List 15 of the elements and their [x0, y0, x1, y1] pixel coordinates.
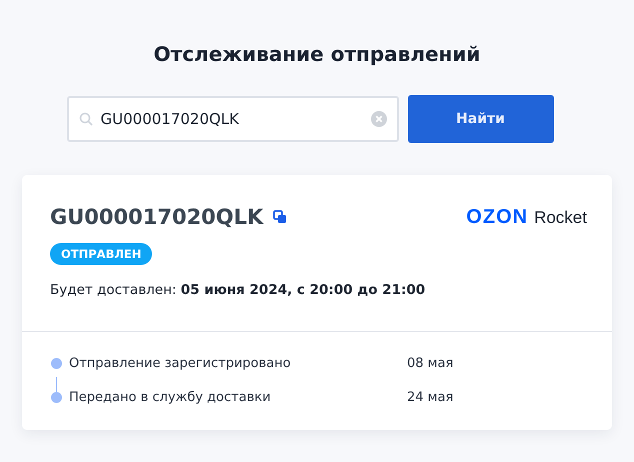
logo-wordmark: OZON — [466, 206, 528, 228]
copy-icon[interactable] — [273, 210, 288, 224]
event-label: Отправление зарегистрировано — [69, 356, 292, 370]
page-title: Отслеживание отправлений — [154, 41, 480, 68]
delivery-text: Будет доставлен: 05 июня 2024, с 20:00 до 21:00 — [50, 282, 426, 298]
search-icon — [78, 112, 92, 126]
search-field[interactable]: GU000017020QLK — [66, 96, 398, 142]
timeline-dot — [51, 358, 62, 368]
event-date: 08 мая — [407, 356, 454, 370]
search-button[interactable]: Найти — [408, 95, 554, 143]
event-label: Передано в службу доставки — [69, 390, 272, 404]
logo-suffix: Rocket — [534, 208, 587, 228]
event-date: 24 мая — [407, 390, 454, 404]
tracking-number: GU000017020QLK — [50, 205, 264, 229]
status-badge: ОТПРАВЛЕН — [50, 243, 152, 265]
